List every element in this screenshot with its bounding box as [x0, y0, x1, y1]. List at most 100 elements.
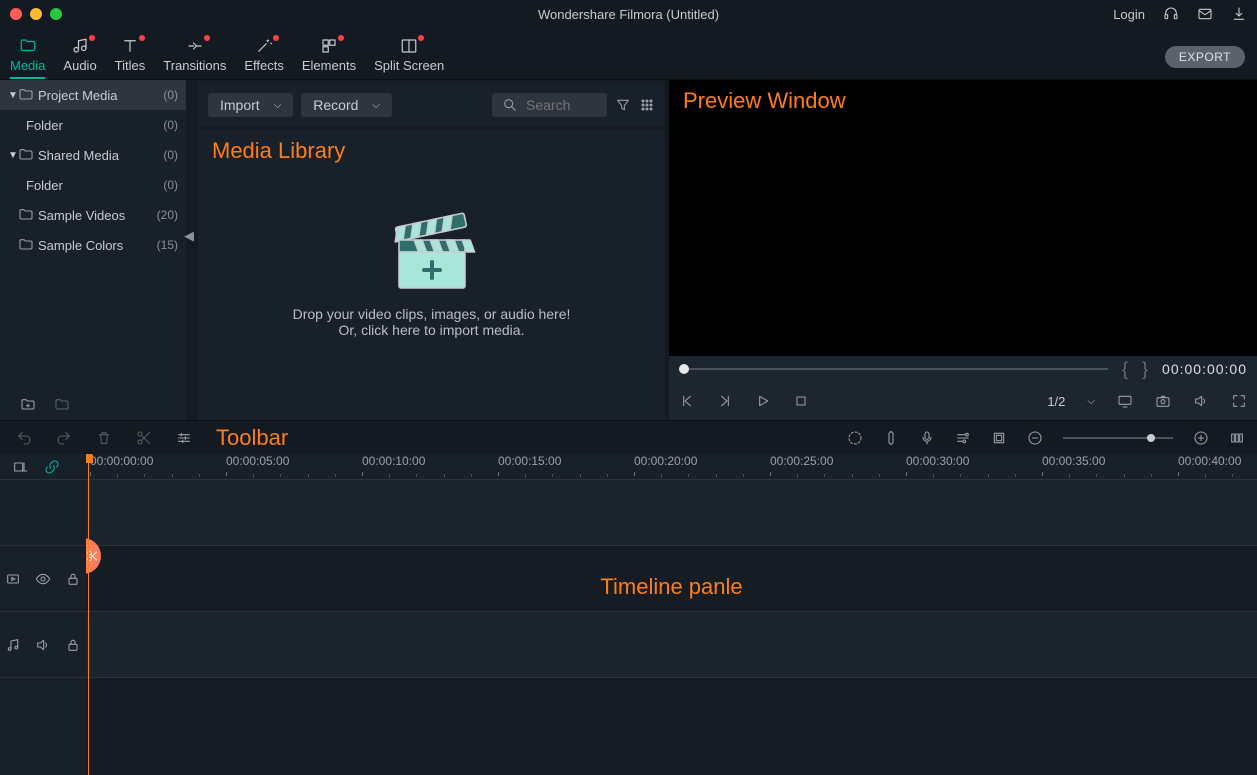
drop-hint-text: Drop your video clips, images, or audio … [282, 306, 582, 338]
sidebar-item-label: Shared Media [38, 148, 119, 163]
render-icon[interactable] [847, 430, 863, 446]
ruler-tick: 00:00:25:00 [770, 454, 833, 468]
new-folder-icon[interactable] [20, 397, 36, 413]
sidebar-item-folder[interactable]: Folder (0) [0, 110, 186, 140]
import-dropdown[interactable]: Import ⌵ [208, 93, 293, 117]
sidebar-item-count: (0) [163, 148, 178, 162]
minimize-button[interactable] [30, 8, 42, 20]
delete-icon[interactable] [96, 430, 112, 446]
window-title: Wondershare Filmora (Untitled) [538, 7, 719, 22]
sidebar-item-count: (20) [157, 208, 178, 222]
sidebar-item-shared-media[interactable]: ▼ Shared Media (0) [0, 140, 186, 170]
audio-track-icon[interactable] [5, 637, 21, 653]
sidebar-item-project-media[interactable]: ▼ Project Media (0) [0, 80, 186, 110]
tab-transitions[interactable]: Transitions [163, 37, 226, 79]
split-icon[interactable] [136, 430, 152, 446]
undo-icon[interactable] [16, 430, 32, 446]
tab-split-screen[interactable]: Split Screen [374, 37, 444, 79]
zoom-in-icon[interactable] [1193, 430, 1209, 446]
tab-audio[interactable]: Audio [63, 37, 96, 79]
preview-scrubber[interactable] [679, 368, 1108, 370]
preview-scrubber-row: { } 00:00:00:00 [669, 356, 1257, 382]
ruler-tick: 00:00:05:00 [226, 454, 289, 468]
play-icon[interactable] [755, 393, 771, 409]
ruler-tick: 00:00:35:00 [1042, 454, 1105, 468]
video-track-icon[interactable] [5, 571, 21, 587]
timeline-tracks[interactable]: 00:00:00:00 00:00:05:00 00:00:10:00 00:00:1… [86, 454, 1257, 775]
mark-in-icon[interactable]: { [1122, 359, 1128, 380]
fullscreen-icon[interactable] [1231, 393, 1247, 409]
tab-titles[interactable]: Titles [115, 37, 146, 79]
annotation-timeline: Timeline panle [600, 574, 742, 600]
preview-controls: 1/2 ⌵ [669, 382, 1257, 420]
export-button[interactable]: EXPORT [1165, 46, 1245, 68]
lock-icon[interactable] [65, 637, 81, 653]
stop-icon[interactable] [793, 393, 809, 409]
close-button[interactable] [10, 8, 22, 20]
search-box[interactable] [492, 93, 607, 117]
zoom-out-icon[interactable] [1027, 430, 1043, 446]
sidebar-item-label: Project Media [38, 88, 117, 103]
search-input[interactable] [526, 97, 596, 113]
grid-view-icon[interactable] [639, 97, 655, 113]
ruler-tick: 00:00:00:00 [90, 454, 153, 468]
marker-icon[interactable] [883, 430, 899, 446]
next-frame-icon[interactable] [717, 393, 733, 409]
chevron-down-icon: ⌵ [274, 100, 282, 111]
headset-icon[interactable] [1163, 6, 1179, 22]
ruler-tick: 00:00:15:00 [498, 454, 561, 468]
visibility-icon[interactable] [35, 571, 51, 587]
folder-icon[interactable] [54, 397, 70, 413]
crop-icon[interactable] [991, 430, 1007, 446]
tab-media[interactable]: Media [10, 37, 45, 79]
window-controls [10, 8, 62, 20]
media-drop-zone[interactable]: Media Library Drop your video clips, ima… [198, 130, 665, 420]
volume-icon[interactable] [1193, 393, 1209, 409]
prev-frame-icon[interactable] [679, 393, 695, 409]
login-link[interactable]: Login [1113, 7, 1145, 22]
timeline-track[interactable] [86, 612, 1257, 678]
ruler-tick: 00:00:40:00 [1178, 454, 1241, 468]
sidebar-item-label: Folder [26, 118, 63, 133]
link-icon[interactable] [44, 459, 60, 475]
add-track-icon[interactable] [12, 459, 28, 475]
zoom-fit-icon[interactable] [1229, 430, 1245, 446]
playhead[interactable] [88, 454, 89, 775]
lock-icon[interactable] [65, 571, 81, 587]
preview-canvas[interactable]: Preview Window [669, 80, 1257, 356]
chevron-down-icon[interactable]: ⌵ [1087, 396, 1095, 407]
sidebar-item-label: Sample Colors [38, 238, 123, 253]
clapper-illustration [387, 212, 477, 292]
ruler-tick: 00:00:10:00 [362, 454, 425, 468]
search-icon [502, 97, 518, 113]
maximize-button[interactable] [50, 8, 62, 20]
snapshot-icon[interactable] [1155, 393, 1171, 409]
collapse-sidebar-handle[interactable]: ◀ [184, 228, 194, 244]
timeline-track[interactable] [86, 480, 1257, 546]
sidebar-item-sample-videos[interactable]: Sample Videos (20) [0, 200, 186, 230]
tab-effects[interactable]: Effects [244, 37, 284, 79]
download-icon[interactable] [1231, 6, 1247, 22]
display-icon[interactable] [1117, 393, 1133, 409]
filter-icon[interactable] [615, 97, 631, 113]
record-dropdown[interactable]: Record ⌵ [301, 93, 392, 117]
annotation-preview: Preview Window [683, 88, 846, 114]
audio-mixer-icon[interactable] [955, 430, 971, 446]
mark-out-icon[interactable]: } [1142, 359, 1148, 380]
mail-icon[interactable] [1197, 6, 1213, 22]
adjust-icon[interactable] [176, 430, 192, 446]
sidebar-item-folder[interactable]: Folder (0) [0, 170, 186, 200]
voiceover-icon[interactable] [919, 430, 935, 446]
timeline-ruler[interactable]: 00:00:00:00 00:00:05:00 00:00:10:00 00:00:1… [86, 454, 1257, 480]
timeline-track[interactable] [86, 678, 1257, 775]
redo-icon[interactable] [56, 430, 72, 446]
zoom-ratio[interactable]: 1/2 [1047, 394, 1065, 409]
tab-elements[interactable]: Elements [302, 37, 356, 79]
sidebar-item-sample-colors[interactable]: Sample Colors (15) [0, 230, 186, 260]
mute-icon[interactable] [35, 637, 51, 653]
ruler-tick: 00:00:30:00 [906, 454, 969, 468]
zoom-slider[interactable] [1063, 437, 1173, 439]
tab-label: Split Screen [374, 58, 444, 73]
main-tabs: Media Audio Titles Transitions Effects E… [0, 28, 1257, 80]
timecode: 00:00:00:00 [1162, 361, 1247, 377]
